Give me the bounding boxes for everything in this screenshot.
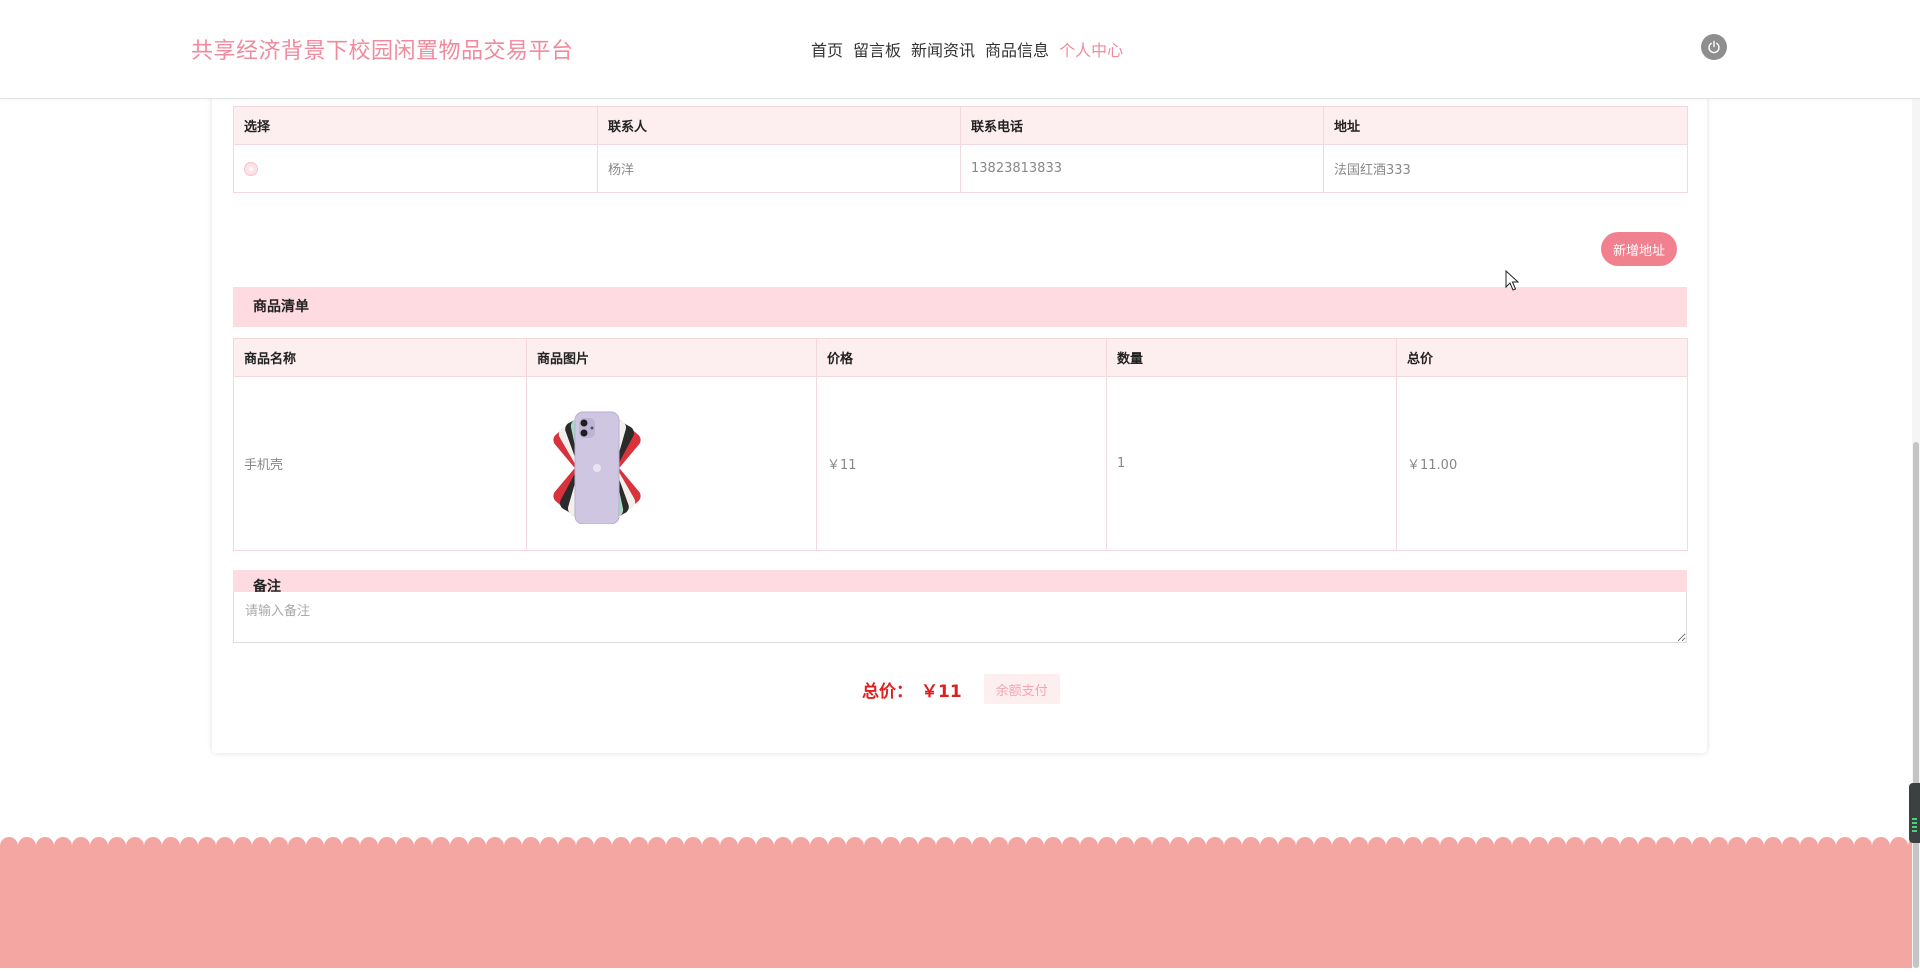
col-address: 地址: [1323, 106, 1688, 145]
nav-home[interactable]: 首页: [811, 37, 843, 61]
col-contact: 联系人: [597, 106, 961, 145]
product-image-cell: [526, 376, 817, 551]
address-table-header: 选择 联系人 联系电话 地址: [233, 106, 1688, 145]
address-phone: 13823813833: [960, 144, 1324, 193]
nav-news[interactable]: 新闻资讯: [911, 37, 975, 61]
balance-pay-button[interactable]: 余额支付: [983, 674, 1060, 704]
col-product-name: 商品名称: [233, 338, 527, 377]
address-radio[interactable]: [244, 161, 258, 176]
col-quantity: 数量: [1106, 338, 1397, 377]
main-nav: 首页 留言板 新闻资讯 商品信息 个人中心: [811, 37, 1123, 61]
site-title[interactable]: 共享经济背景下校园闲置物品交易平台: [191, 33, 574, 65]
goods-section-title: 商品清单: [233, 287, 1687, 327]
product-quantity: 1: [1106, 376, 1397, 551]
address-contact: 杨洋: [597, 144, 961, 193]
nav-message-board[interactable]: 留言板: [853, 37, 901, 61]
total-label: 总价：: [862, 681, 913, 702]
col-select: 选择: [233, 106, 598, 145]
product-subtotal: ￥11.00: [1396, 376, 1688, 551]
nav-personal-center[interactable]: 个人中心: [1059, 37, 1123, 61]
power-icon[interactable]: [1701, 34, 1727, 60]
order-summary: 总价： ￥11 余额支付: [862, 674, 1060, 704]
address-select-cell: [233, 144, 598, 193]
goods-row: 手机壳 ￥11 1 ￥11.00: [233, 376, 1688, 551]
col-product-image: 商品图片: [526, 338, 817, 377]
product-price: ￥11: [816, 376, 1107, 551]
side-widget-handle[interactable]: [1909, 783, 1920, 843]
scrollbar-thumb[interactable]: [1913, 442, 1919, 968]
col-phone: 联系电话: [960, 106, 1324, 145]
footer-wave: [0, 832, 1920, 968]
goods-table-header: 商品名称 商品图片 价格 数量 总价: [233, 338, 1688, 377]
address-row[interactable]: 杨洋 13823813833 法国红酒333: [233, 144, 1688, 193]
col-subtotal: 总价: [1396, 338, 1688, 377]
address-table: 选择 联系人 联系电话 地址 杨洋 13823813833 法国红酒333: [233, 106, 1688, 193]
remark-input[interactable]: [233, 592, 1687, 643]
col-price: 价格: [816, 338, 1107, 377]
phone-case-image: [537, 404, 657, 524]
checkout-card: 选择 联系人 联系电话 地址 杨洋 13823813833 法国红酒333 新增…: [212, 88, 1707, 753]
product-name: 手机壳: [233, 376, 527, 551]
add-address-button[interactable]: 新增地址: [1601, 232, 1677, 266]
goods-table: 商品名称 商品图片 价格 数量 总价 手机壳 ￥11 1 ￥11.00: [233, 338, 1688, 551]
nav-products[interactable]: 商品信息: [985, 37, 1049, 61]
total-value: ￥11: [921, 681, 962, 702]
address-text: 法国红酒333: [1323, 144, 1688, 193]
remark-section-title: 备注: [233, 570, 1687, 594]
mouse-cursor-icon: [1505, 270, 1519, 291]
top-navbar: 共享经济背景下校园闲置物品交易平台 首页 留言板 新闻资讯 商品信息 个人中心: [0, 0, 1920, 99]
